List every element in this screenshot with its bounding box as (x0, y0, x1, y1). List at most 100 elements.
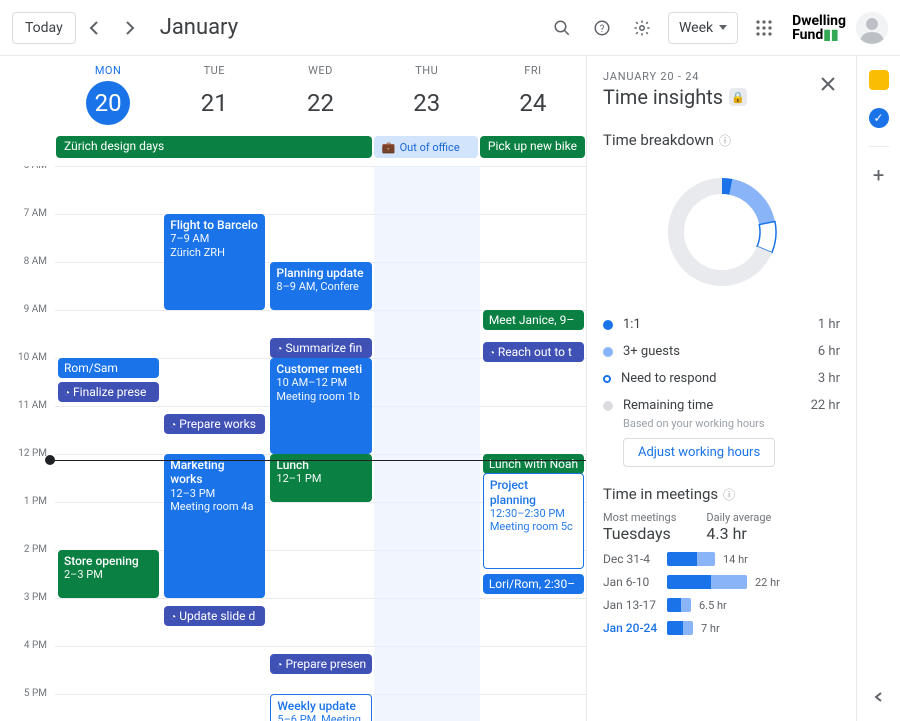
ooo-background (374, 166, 480, 721)
day-number: 21 (192, 81, 236, 125)
day-column[interactable]: MON 20 (55, 56, 161, 136)
day-number: 20 (86, 81, 130, 125)
calendar-event[interactable]: Marketing works12–3 PMMeeting room 4a (164, 454, 265, 598)
avatar[interactable] (856, 12, 888, 44)
chevron-down-icon (719, 25, 727, 30)
legend-row: 3+ guests6 hr (603, 338, 840, 365)
allday-event-ooo[interactable]: 💼Out of office (374, 136, 478, 158)
calendar-event[interactable]: Lunch with Noah (483, 454, 584, 474)
day-number: 23 (405, 81, 449, 125)
donut-chart (657, 167, 787, 297)
hour-label: 7 AM (0, 208, 55, 256)
calendar-event[interactable]: Lunch12–1 PM (270, 454, 371, 502)
week-bar-row[interactable]: Jan 6-10 22 hr (603, 575, 840, 589)
briefcase-icon: 💼 (382, 141, 396, 154)
legend-label: 1:1 (623, 317, 818, 332)
lock-icon: 🔒 (729, 88, 747, 106)
task-event[interactable]: Reach out to t (483, 342, 584, 362)
info-icon[interactable]: ⓘ (719, 132, 731, 149)
task-event[interactable]: Prepare presen (270, 654, 371, 674)
task-event[interactable]: Summarize fin (270, 338, 371, 358)
apps-icon[interactable] (744, 8, 784, 48)
next-week-button[interactable] (114, 12, 146, 44)
adjust-hours-button[interactable]: Adjust working hours (623, 438, 775, 467)
legend-value: 1 hr (818, 317, 840, 332)
legend-row: Need to respond3 hr (603, 365, 840, 392)
week-bar (667, 621, 693, 635)
hour-label: 5 PM (0, 688, 55, 721)
allday-event[interactable]: Pick up new bike (480, 136, 585, 158)
breakdown-heading: Time breakdownⓘ (603, 131, 840, 149)
week-bar-row[interactable]: Dec 31-414 hr (603, 552, 840, 566)
week-bar-row[interactable]: Jan 20-247 hr (603, 621, 840, 635)
calendar-event[interactable]: Meet Janice, 9– (483, 310, 584, 330)
prev-week-button[interactable] (78, 12, 110, 44)
add-addon-button[interactable]: + (869, 165, 889, 185)
day-name: TUE (161, 64, 267, 77)
week-label: Jan 6-10 (603, 575, 659, 589)
most-meetings-value: Tuesdays (603, 524, 676, 543)
time-insights-panel: JANUARY 20 - 24 Time insights🔒 Time brea… (586, 56, 856, 721)
day-name: WED (267, 64, 373, 77)
info-icon[interactable]: ⓘ (723, 486, 735, 503)
help-icon[interactable]: ? (582, 8, 622, 48)
week-bar (667, 598, 691, 612)
app-header: Today January ? Week Dwelling Fund▮▮ (0, 0, 900, 56)
daily-avg-value: 4.3 hr (706, 524, 771, 543)
hour-label: 6 AM (0, 166, 55, 208)
week-hours: 6.5 hr (699, 599, 727, 612)
hour-label: 1 PM (0, 496, 55, 544)
task-event[interactable]: Finalize prese (58, 382, 159, 402)
calendar-event[interactable]: Store opening2–3 PM (58, 550, 159, 598)
week-bar (667, 575, 747, 589)
keep-icon[interactable] (869, 70, 889, 90)
calendar-grid: MON 20 TUE 21 WED 22 THU23FRI24 Zürich design … (0, 56, 586, 721)
legend-note: Based on your working hours (623, 417, 840, 430)
today-button[interactable]: Today (12, 12, 76, 44)
meetings-heading: Time in meetingsⓘ (603, 485, 840, 503)
legend-value: 3 hr (818, 371, 840, 386)
hour-label: 9 AM (0, 304, 55, 352)
day-column[interactable]: WED 22 (267, 56, 373, 136)
week-hours: 22 hr (755, 576, 780, 589)
most-meetings-label: Most meetings (603, 511, 676, 524)
legend-label: 3+ guests (623, 344, 818, 359)
settings-icon[interactable] (622, 8, 662, 48)
expand-rail-button[interactable] (873, 691, 885, 707)
legend-value: 6 hr (818, 344, 840, 359)
hour-label: 10 AM (0, 352, 55, 400)
day-column[interactable]: FRI24 (480, 56, 586, 136)
day-number: 22 (299, 81, 343, 125)
task-event[interactable]: Prepare works (164, 414, 265, 434)
insights-title: Time insights🔒 (603, 85, 840, 109)
week-label: Jan 13-17 (603, 598, 659, 612)
day-name: FRI (480, 64, 586, 77)
calendar-event[interactable]: Planning update8–9 AM, Confere (270, 262, 371, 310)
view-selector[interactable]: Week (668, 12, 738, 44)
svg-text:?: ? (600, 23, 605, 34)
legend-swatch (603, 320, 613, 330)
week-bar-row[interactable]: Jan 13-17 6.5 hr (603, 598, 840, 612)
hour-label: 3 PM (0, 592, 55, 640)
calendar-event[interactable]: Customer meeti10 AM–12 PMMeeting room 1b (270, 358, 371, 454)
calendar-event[interactable]: Project planning12:30–2:30 PMMeeting roo… (483, 473, 584, 569)
week-bar (667, 552, 715, 566)
day-column[interactable]: THU23 (374, 56, 480, 136)
legend-swatch (603, 375, 611, 383)
week-label: Jan 20-24 (603, 621, 659, 635)
task-event[interactable]: Update slide d (164, 606, 265, 626)
close-button[interactable] (814, 70, 842, 98)
legend-label: Remaining time (623, 398, 811, 413)
calendar-event[interactable]: Rom/Sam (58, 358, 159, 378)
day-name: MON (55, 64, 161, 77)
side-rail: ✓ + (856, 56, 900, 721)
calendar-event[interactable]: Lori/Rom, 2:30– (483, 574, 584, 594)
calendar-event[interactable]: Weekly update5–6 PM, Meeting (270, 694, 371, 721)
calendar-event[interactable]: Flight to Barcelo7–9 AMZürich ZRH (164, 214, 265, 310)
hour-label: 8 AM (0, 256, 55, 304)
search-icon[interactable] (542, 8, 582, 48)
day-column[interactable]: TUE 21 (161, 56, 267, 136)
legend-row: 1:11 hr (603, 311, 840, 338)
tasks-icon[interactable]: ✓ (869, 108, 889, 128)
allday-event[interactable]: Zürich design days (56, 136, 372, 158)
